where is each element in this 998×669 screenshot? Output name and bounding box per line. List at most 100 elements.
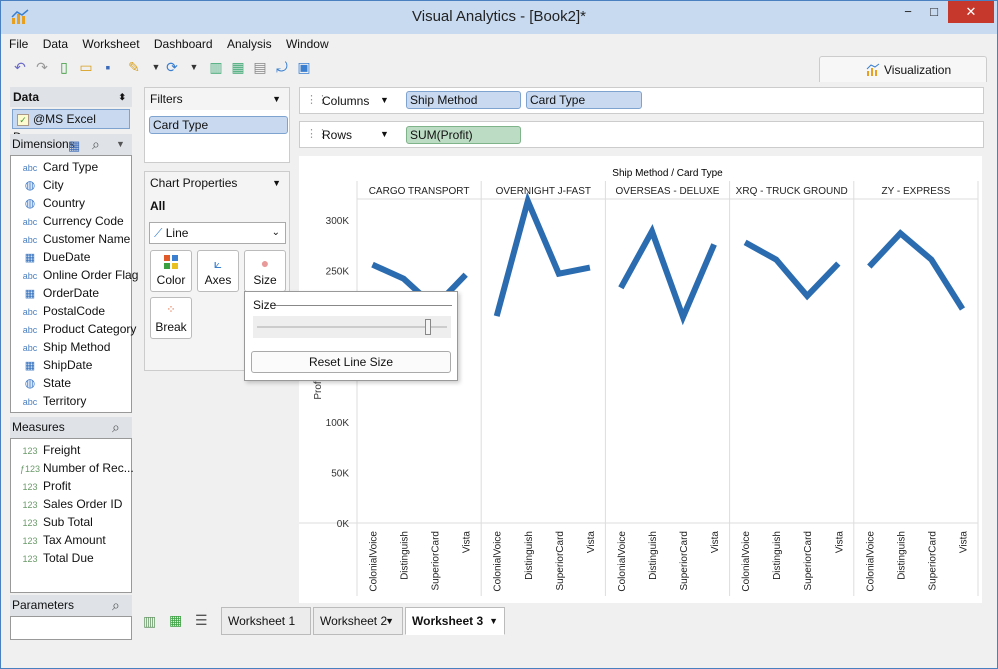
menu-window[interactable]: Window (286, 37, 329, 51)
tab-worksheet-3[interactable]: Worksheet 3 ▼ (405, 607, 505, 635)
field-label: Product Category (43, 322, 137, 336)
chevron-down-icon[interactable]: ▼ (185, 58, 203, 76)
save-icon[interactable]: ▪ (99, 58, 117, 76)
new-dashboard-icon[interactable]: ▦ (229, 58, 247, 76)
axes-button[interactable]: ⟀ Axes (197, 250, 239, 292)
search-icon[interactable]: ⌕ (112, 417, 120, 437)
sheet-list-icon[interactable]: ☰ (195, 612, 208, 629)
chevron-down-icon[interactable]: ▼ (272, 172, 281, 194)
series-line (743, 239, 841, 301)
new-icon[interactable]: ▯ (55, 58, 73, 76)
all-label: All (150, 199, 166, 213)
field-ship-method[interactable]: abc Ship Method (17, 338, 111, 356)
tab-worksheet-2[interactable]: Worksheet 2 ▼ (313, 607, 403, 635)
chart-properties-title: Chart Properties (150, 176, 238, 190)
chevron-down-icon[interactable]: ▼ (272, 88, 281, 110)
field-territory[interactable]: abc Territory (17, 392, 87, 410)
menu-dashboard[interactable]: Dashboard (154, 37, 213, 51)
chart-type-select[interactable]: ⟋ Line ⌄ (149, 222, 286, 244)
menu-worksheet[interactable]: Worksheet (82, 37, 139, 51)
field-country[interactable]: ◍ Country (17, 194, 85, 212)
chevron-down-icon[interactable]: ▼ (380, 129, 389, 139)
field-customer-name[interactable]: abc Customer Name (17, 230, 131, 248)
present-icon[interactable]: ▣ (295, 58, 313, 76)
category-label: Distinguish (400, 531, 411, 580)
menu-analysis[interactable]: Analysis (227, 37, 272, 51)
minimize-button[interactable]: − (895, 1, 921, 23)
undo-icon[interactable]: ↶ (11, 58, 29, 76)
field-online-order-flag[interactable]: abc Online Order Flag (17, 266, 139, 284)
calendar-icon: ▦ (24, 252, 36, 264)
field-total-due[interactable]: 123 Total Due (17, 549, 93, 567)
field-label: Online Order Flag (43, 268, 139, 282)
field-label: Customer Name (43, 232, 131, 246)
text-type-icon: abc (22, 307, 38, 317)
field-currency-code[interactable]: abc Currency Code (17, 212, 124, 230)
chevron-down-icon[interactable]: ▼ (385, 608, 394, 634)
size-button[interactable]: ● Size (244, 250, 286, 292)
panel-header: ZY - EXPRESS (882, 186, 951, 197)
data-source-icon[interactable]: ✎ (125, 58, 143, 76)
menu-file[interactable]: File (9, 37, 28, 51)
category-label: Vista (958, 531, 969, 553)
measures-list: 123 Freight ƒ123 Number of Rec... 123 Profit 1… (10, 438, 134, 593)
column-pill-ship-method[interactable]: Ship Method (406, 91, 521, 109)
refresh-icon[interactable]: ⟳ (163, 58, 181, 76)
field-number-of-rec[interactable]: ƒ123 Number of Rec... (17, 459, 134, 477)
search-icon[interactable]: ⌕ (112, 595, 120, 615)
series-line (493, 191, 591, 317)
line-size-slider[interactable] (253, 316, 451, 338)
chevron-down-icon[interactable]: ▼ (380, 95, 389, 105)
table-view-icon[interactable]: ▦ (68, 136, 80, 156)
tab-visualization[interactable]: Visualization (819, 56, 987, 82)
data-source-item[interactable]: ✓@MS Excel Doc... (12, 109, 130, 144)
tab-label: Worksheet 2 (320, 614, 388, 628)
new-dashboard-icon[interactable]: ▦ (169, 612, 182, 629)
swap-icon[interactable]: ⤾ (273, 58, 291, 76)
bar-chart-icon[interactable]: ▤ (251, 58, 269, 76)
sort-icon[interactable]: ⬍ (118, 87, 126, 107)
field-tax-amount[interactable]: 123 Tax Amount (17, 531, 106, 549)
field-sub-total[interactable]: 123 Sub Total (17, 513, 92, 531)
chevron-down-icon[interactable]: ▼ (116, 134, 125, 154)
maximize-button[interactable]: □ (921, 1, 947, 23)
field-shipdate[interactable]: ▦ ShipDate (17, 356, 93, 374)
field-card-type[interactable]: abc Card Type (17, 158, 98, 176)
tab-worksheet-1[interactable]: Worksheet 1 (221, 607, 311, 635)
y-tick-label: 0K (337, 519, 350, 530)
field-sales-order-id[interactable]: 123 Sales Order ID (17, 495, 122, 513)
chevron-down-icon[interactable]: ▼ (489, 608, 498, 634)
dimensions-header: Dimensions ▦ ⌕ ▼ (10, 134, 132, 155)
slider-thumb[interactable] (425, 319, 431, 335)
series-line (867, 229, 966, 311)
row-pill-sum-profit[interactable]: SUM(Profit) (406, 126, 521, 144)
break-button[interactable]: ⁘ Break (150, 297, 192, 339)
close-button[interactable]: ✕ (948, 1, 994, 23)
field-freight[interactable]: 123 Freight (17, 441, 80, 459)
data-panel-header: Data ⬍ (10, 87, 132, 107)
field-label: Sales Order ID (43, 497, 123, 511)
number-type-icon: 123 (22, 500, 38, 510)
field-state[interactable]: ◍ State (17, 374, 71, 392)
size-popup: Size Reset Line Size (244, 291, 458, 381)
toolbar: ↶ ↷ ▯ ▭ ▪ ✎ ▼ ⟳ ▼ ▥ ▦ ▤ ⤾ ▣ (11, 58, 311, 80)
text-type-icon: abc (22, 217, 38, 227)
reset-line-size-button[interactable]: Reset Line Size (251, 351, 451, 373)
new-worksheet-icon[interactable]: ▥ (207, 58, 225, 76)
category-label: SuperiorCard (555, 531, 566, 590)
open-folder-icon[interactable]: ▭ (77, 58, 95, 76)
redo-icon[interactable]: ↷ (33, 58, 51, 76)
column-pill-card-type[interactable]: Card Type (526, 91, 642, 109)
field-city[interactable]: ◍ City (17, 176, 64, 194)
new-worksheet-icon[interactable]: ▥ (143, 613, 156, 630)
field-postalcode[interactable]: abc PostalCode (17, 302, 105, 320)
field-orderdate[interactable]: ▦ OrderDate (17, 284, 99, 302)
search-icon[interactable]: ⌕ (92, 134, 100, 154)
field-label: Tax Amount (43, 533, 106, 547)
field-duedate[interactable]: ▦ DueDate (17, 248, 91, 266)
field-product-category[interactable]: abc Product Category (17, 320, 137, 338)
filter-pill-card-type[interactable]: Card Type (149, 116, 288, 134)
menu-data[interactable]: Data (43, 37, 68, 51)
field-profit[interactable]: 123 Profit (17, 477, 71, 495)
color-button[interactable]: Color (150, 250, 192, 292)
